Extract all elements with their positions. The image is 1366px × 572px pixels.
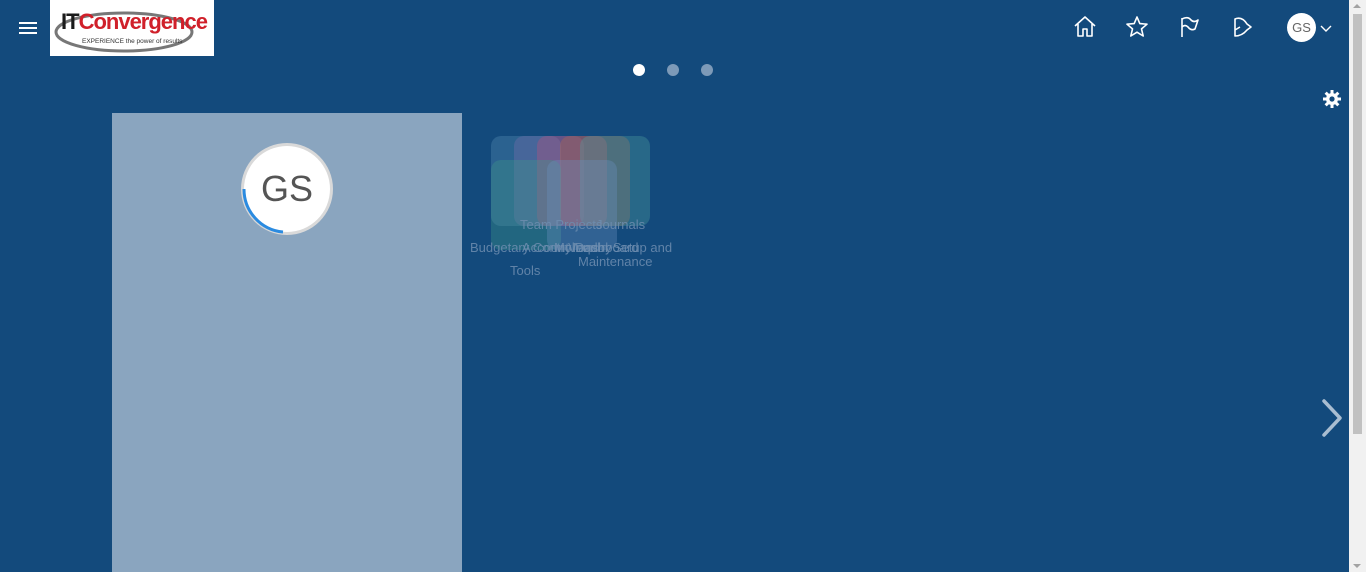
tile-label[interactable]: My Dashboard [554,241,639,255]
notifications-icon[interactable] [1228,14,1254,40]
scroll-down-arrow-icon[interactable] [1353,564,1361,568]
home-icon[interactable] [1072,14,1098,40]
vertical-scrollbar[interactable] [1349,0,1366,572]
chevron-down-icon[interactable] [1320,24,1332,34]
tile-label[interactable]: Tools [510,264,540,278]
tile-label[interactable]: Maintenance [578,255,652,269]
company-logo[interactable]: ITConvergence EXPERIENCE the power of re… [50,0,214,56]
user-avatar[interactable]: GS [1287,13,1316,42]
scrollbar-thumb[interactable] [1353,14,1362,434]
logo-tagline: EXPERIENCE the power of results [82,38,183,45]
next-page-arrow-icon[interactable] [1318,398,1346,438]
carousel-dot-3[interactable] [701,64,713,76]
carousel-dot-1[interactable] [633,64,645,76]
profile-panel: GS [112,113,462,572]
app-tiles-area: Budgetary Control and Tools Maintenance … [462,130,692,290]
logo-wordmark: ITConvergence [61,9,208,34]
profile-avatar[interactable]: GS [239,141,335,237]
tile-label[interactable]: Journals [596,218,645,232]
flag-icon[interactable] [1176,14,1202,40]
settings-gear-icon[interactable] [1322,89,1342,109]
carousel-dot-2[interactable] [667,64,679,76]
profile-initials: GS [260,168,313,209]
star-icon[interactable] [1124,14,1150,40]
hamburger-menu-icon[interactable] [17,19,39,37]
scroll-up-arrow-icon[interactable] [1353,4,1361,8]
tile-icon[interactable] [547,160,617,250]
tile-label[interactable]: Team Projects [520,218,602,232]
